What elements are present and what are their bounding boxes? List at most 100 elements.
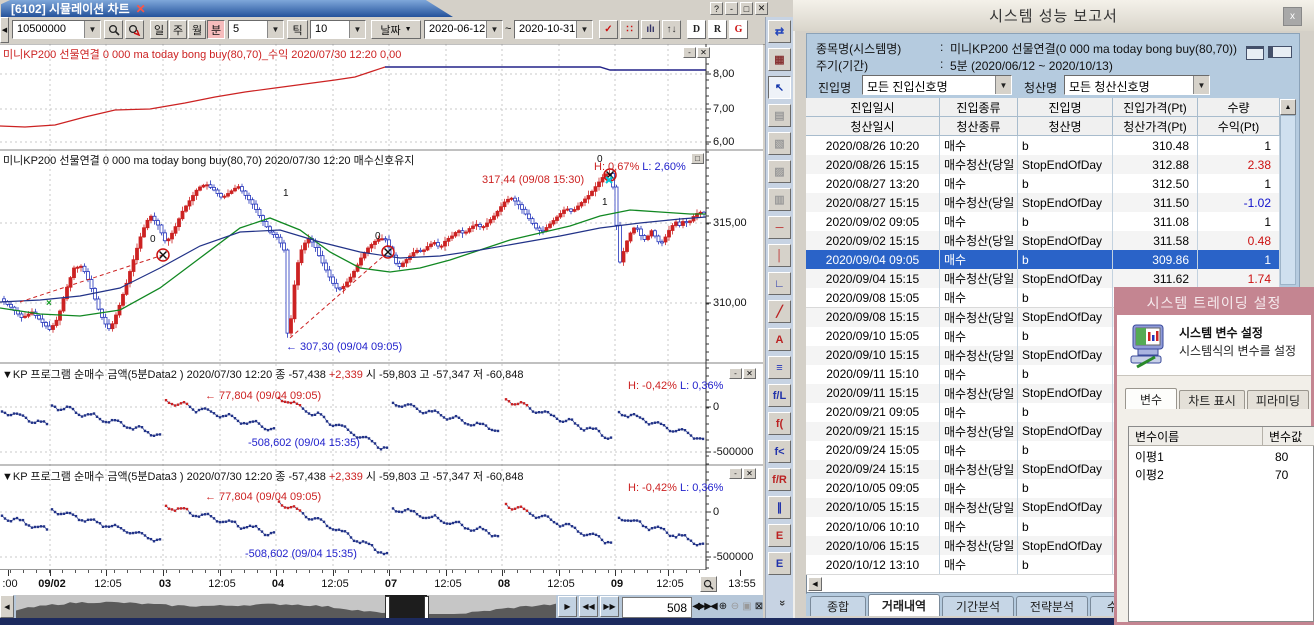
help-button[interactable]: ? <box>710 2 723 15</box>
column-header[interactable]: 진입일시 <box>806 98 940 117</box>
fibo-arc-icon[interactable]: f( <box>768 412 791 435</box>
column-header[interactable]: 청산일시 <box>806 117 940 136</box>
bar-count-input[interactable] <box>622 597 692 618</box>
dialog-title[interactable]: 시스템 트레이딩 설정 <box>1117 290 1311 315</box>
date-mode-combo[interactable]: 날짜▼ <box>371 20 421 39</box>
nav-button[interactable]: ◀◀ <box>579 596 598 617</box>
nav-zoom-icon[interactable]: ⊠ <box>752 598 764 615</box>
selection-handle-right[interactable] <box>424 596 429 619</box>
report-close-icon[interactable]: x <box>1283 7 1302 26</box>
panel-minmax-icon[interactable]: - <box>729 368 742 379</box>
table-row[interactable]: 2020/09/02 09:05매수b311.081 <box>806 212 1280 232</box>
period-button-일[interactable]: 일 <box>150 20 168 39</box>
column-header[interactable]: 진입종류 <box>940 98 1018 117</box>
panel-close-icon[interactable]: ✕ <box>743 368 756 379</box>
elliott-wave-icon[interactable]: E <box>768 524 791 547</box>
toolbar-scroll-left-icon[interactable]: ◀ <box>0 17 9 43</box>
text-tool-icon[interactable]: A <box>768 328 791 351</box>
scroll-left-icon[interactable]: ◀ <box>808 577 822 591</box>
panel-minmax-icon[interactable]: □ <box>691 153 704 164</box>
grid-icon[interactable]: ▦ <box>768 48 791 71</box>
panel-minmax-icon[interactable]: - <box>683 47 696 58</box>
column-header[interactable]: 진입가격(Pt) <box>1113 98 1198 117</box>
chevron-down-icon[interactable]: ▼ <box>1193 76 1209 94</box>
window-layout2-icon[interactable] <box>1268 46 1292 58</box>
exit-filter-combo[interactable]: 모든 청산신호명▼ <box>1064 75 1210 95</box>
chevron-down-icon[interactable]: ▼ <box>995 76 1011 94</box>
close-button[interactable]: ✕ <box>755 2 768 15</box>
grid-header[interactable]: 변수이름 <box>1129 427 1263 446</box>
sort-updown-icon[interactable]: ↑↓ <box>662 20 681 39</box>
nav-scroll-left-icon[interactable]: ◀ <box>0 595 14 618</box>
cursor-icon[interactable]: ↖ <box>768 76 791 99</box>
table-row[interactable]: 2020/09/04 09:05매수b309.861 <box>806 250 1280 270</box>
chevron-down-icon[interactable]: ▼ <box>267 21 283 38</box>
fibo-fan-icon[interactable]: f< <box>768 440 791 463</box>
column-header[interactable]: 수량 <box>1198 98 1280 117</box>
scroll-up-icon[interactable]: ▲ <box>1280 99 1296 115</box>
report-tab-1[interactable]: 종합 <box>810 596 866 616</box>
fibo-line-icon[interactable]: f/L <box>768 384 791 407</box>
new-doc-icon[interactable]: D <box>687 20 706 39</box>
multi-lines-icon[interactable]: ≡ <box>768 356 791 379</box>
search-icon[interactable] <box>104 20 123 39</box>
navigator-selection[interactable] <box>385 595 427 618</box>
nav-button[interactable]: ▶ <box>558 596 577 617</box>
more-tools-icon[interactable]: » <box>774 600 788 614</box>
search-back-icon[interactable] <box>125 20 144 39</box>
chart-tab[interactable]: [6102] 시뮬레이션 차트 ✕ <box>1 0 453 17</box>
table-row[interactable]: 2020/09/02 15:15매수청산(당일StopEndOfDay311.5… <box>806 231 1280 251</box>
nav-zoom-icon[interactable]: ◀▶ <box>692 598 704 615</box>
report-tab-4[interactable]: 전략분석 <box>1016 596 1088 616</box>
nav-button[interactable]: ▶▶ <box>600 596 619 617</box>
angle-line-icon[interactable]: ∟ <box>768 272 791 295</box>
chart-tab-close-icon[interactable]: ✕ <box>136 2 146 16</box>
date-to-combo[interactable]: 2020-10-31▼ <box>514 20 593 39</box>
report-tab-2[interactable]: 거래내역 <box>868 594 940 616</box>
column-header[interactable]: 진입명 <box>1018 98 1113 117</box>
chevron-down-icon[interactable]: ▼ <box>349 21 365 38</box>
elliott-wave2-icon[interactable]: E <box>768 552 791 575</box>
table-row[interactable]: 2020/08/26 10:20매수b310.481 <box>806 136 1280 156</box>
window-layout-icon[interactable] <box>1246 46 1264 60</box>
panel-close-icon[interactable]: ✕ <box>697 47 710 58</box>
dot-pattern-icon[interactable]: ∷ <box>620 20 639 39</box>
refresh-icon[interactable]: ⇄ <box>768 20 791 43</box>
nav-zoom-icon[interactable]: ⊕ <box>716 598 728 615</box>
table-row[interactable]: 2020/08/26 15:15매수청산(당일StopEndOfDay312.8… <box>806 155 1280 175</box>
column-header[interactable]: 청산명 <box>1018 117 1113 136</box>
panel-close-icon[interactable]: ✕ <box>743 468 756 479</box>
chart-navigator[interactable]: ◀▶◀◀▶▶◀▶▶◀⊕⊖▣⊠ <box>0 595 763 618</box>
axis-zoom-icon[interactable] <box>700 576 717 592</box>
period-button-분[interactable]: 분 <box>207 20 225 39</box>
dialog-tab-1[interactable]: 변수 <box>1125 388 1177 409</box>
g-replay-icon[interactable]: G <box>729 20 748 39</box>
table-vscrollbar[interactable] <box>1280 115 1296 285</box>
selection-handle-left[interactable] <box>385 596 390 619</box>
period-button-주[interactable]: 주 <box>169 20 187 39</box>
column-header[interactable]: 청산가격(Pt) <box>1113 117 1198 136</box>
minute-combo[interactable]: 5▼ <box>228 20 284 39</box>
table-row[interactable]: 2020/08/27 13:20매수b312.501 <box>806 174 1280 194</box>
panel-minmax-icon[interactable]: - <box>729 468 742 479</box>
dialog-tab-2[interactable]: 차트 표시 <box>1179 390 1245 409</box>
chevron-down-icon[interactable]: ▼ <box>576 21 592 38</box>
replay-icon[interactable]: R <box>708 20 727 39</box>
chevron-down-icon[interactable]: ▼ <box>486 21 502 38</box>
nav-zoom-icon[interactable]: ▶◀ <box>704 598 716 615</box>
signal-check-icon[interactable]: ✓ <box>599 20 618 39</box>
column-header[interactable]: 청산종류 <box>940 117 1018 136</box>
hline-tool-icon[interactable]: ─ <box>768 216 791 239</box>
grid-header[interactable]: 변수값 <box>1263 427 1314 446</box>
table-row[interactable]: 2020/08/27 15:15매수청산(당일StopEndOfDay311.5… <box>806 193 1280 213</box>
entry-filter-combo[interactable]: 모든 진입신호명▼ <box>862 75 1012 95</box>
chevron-down-icon[interactable]: ▼ <box>84 21 100 38</box>
dialog-tab-3[interactable]: 피라미딩 <box>1247 390 1309 409</box>
tick-count-combo[interactable]: 10▼ <box>310 20 366 39</box>
parallel-lines-icon[interactable]: ∥ <box>768 496 791 519</box>
trendline-tool-icon[interactable]: ╱ <box>768 300 791 323</box>
maximize-button[interactable]: □ <box>740 2 753 15</box>
report-tab-3[interactable]: 기간분석 <box>942 596 1014 616</box>
fibo-ratio-icon[interactable]: f/R <box>768 468 791 491</box>
minimize-button[interactable]: - <box>725 2 738 15</box>
